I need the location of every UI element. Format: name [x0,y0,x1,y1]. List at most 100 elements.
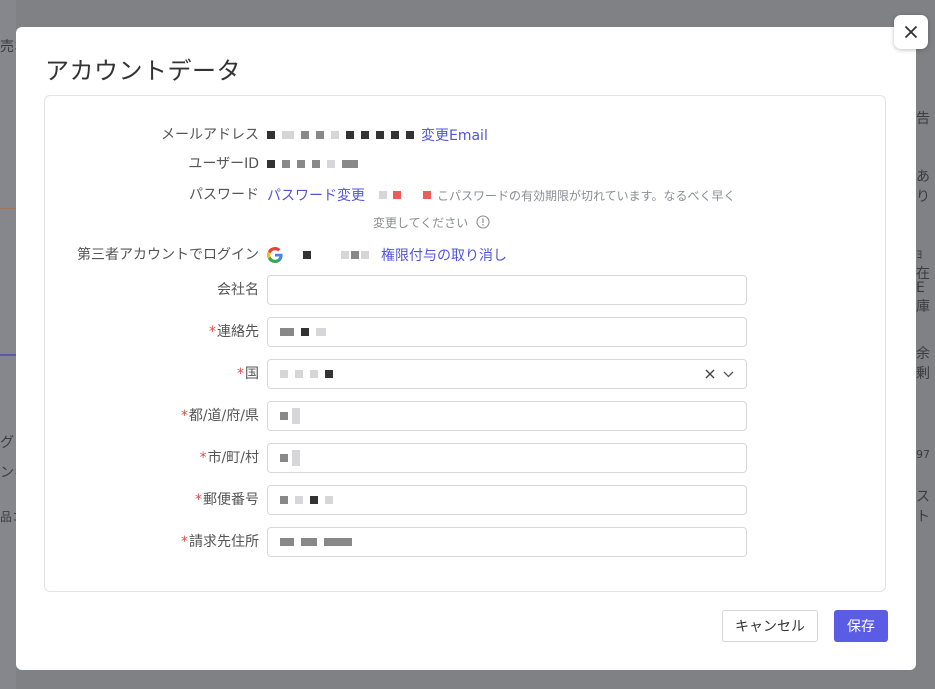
masked-text [267,160,275,168]
postal-code-label-text: 郵便番号 [203,492,259,508]
masked-text [301,328,309,336]
masked-text [361,131,369,139]
masked-text [361,251,369,259]
chevron-down-icon[interactable] [723,371,734,378]
password-hint-row: 変更してください [45,211,887,233]
masked-text [301,131,309,139]
masked-text [391,131,399,139]
third-party-login-value: 権限付与の取り消し [267,240,507,270]
company-label: 会社名 [217,282,259,298]
masked-text [324,538,352,546]
masked-text [331,131,339,139]
masked-text [316,131,324,139]
user-id-label: ユーザーID [188,156,259,172]
masked-text [376,131,384,139]
change-email-link[interactable]: 変更Email [421,125,488,145]
postal-code-input[interactable] [267,485,747,515]
google-icon [267,247,283,263]
close-icon [904,25,918,39]
masked-text [280,496,288,504]
masked-text [280,454,288,462]
masked-text [342,160,358,168]
contact-label: *連絡先 [209,317,259,347]
contact-input[interactable] [267,317,747,347]
billing-address-input[interactable] [267,527,747,557]
user-id-row: ユーザーID [45,149,887,179]
billing-address-label: *請求先住所 [181,527,259,557]
email-value: 変更Email [267,120,488,150]
masked-text [393,191,401,199]
password-label: パスワード [189,187,259,203]
required-mark: * [199,450,207,466]
masked-text [303,251,311,259]
masked-text [310,370,318,378]
masked-text [423,191,431,199]
masked-text [280,538,294,546]
account-data-dialog: アカウントデータ メールアドレス 変更Email ユーザーID パスワード パス… [16,27,916,670]
masked-text [406,131,414,139]
password-expired-hint: こパスワードの有効期限が切れています。なるべく早く [437,188,736,203]
password-hint-continuation: 変更してください [373,211,490,233]
masked-text [325,370,333,378]
third-party-login-row: 第三者アカウントでログイン 権限付与の取り消し [45,240,887,270]
country-select[interactable] [267,359,747,389]
dialog-title: アカウントデータ [45,57,241,85]
city-label-text: 市/町/村 [207,450,259,466]
company-input[interactable] [267,275,747,305]
city-label: *市/町/村 [200,443,259,473]
password-row: パスワード パスワード変更 こパスワードの有効期限が切れています。なるべく早く [45,180,887,210]
clear-icon[interactable] [705,369,715,379]
masked-text [295,496,303,504]
masked-text [282,160,290,168]
third-party-login-label: 第三者アカウントでログイン [77,247,259,263]
required-mark: * [237,366,244,382]
prefecture-row: *都/道/府/県 [45,401,887,431]
masked-text [280,412,288,420]
email-row: メールアドレス 変更Email [45,120,887,150]
masked-text [267,131,275,139]
contact-label-text: 連絡先 [217,324,259,340]
masked-text [312,160,320,168]
required-mark: * [195,492,202,508]
account-form-card: メールアドレス 変更Email ユーザーID パスワード パスワード変更 こパス… [44,95,886,592]
masked-text [327,160,335,168]
billing-address-row: *請求先住所 [45,527,887,557]
billing-address-label-text: 請求先住所 [189,534,259,550]
change-password-link[interactable]: パスワード変更 [267,185,365,205]
revoke-authorization-link[interactable]: 権限付与の取り消し [381,245,507,265]
masked-text [297,160,305,168]
masked-text [282,131,294,139]
masked-text [379,191,387,199]
postal-code-row: *郵便番号 [45,485,887,515]
password-value: パスワード変更 こパスワードの有効期限が切れています。なるべく早く [267,180,735,210]
prefecture-input[interactable] [267,401,747,431]
prefecture-label: *都/道/府/県 [181,401,259,431]
masked-text [280,370,288,378]
country-label: *国 [237,359,259,389]
country-label-text: 国 [245,366,259,382]
prefecture-label-text: 都/道/府/県 [188,408,259,424]
masked-text [341,251,349,259]
masked-text [325,496,333,504]
company-row: 会社名 [45,275,887,305]
cancel-button[interactable]: キャンセル [722,610,818,642]
required-mark: * [180,408,188,424]
password-expired-hint-continued: 変更してください [373,215,469,230]
masked-text [280,328,294,336]
close-button[interactable] [894,15,928,49]
masked-text [351,251,359,259]
city-row: *市/町/村 [45,443,887,473]
masked-text [346,131,354,139]
select-controls [705,360,734,388]
masked-text [310,496,318,504]
save-button[interactable]: 保存 [834,610,888,642]
email-label: メールアドレス [161,127,259,143]
masked-text [292,450,300,466]
required-mark: * [181,534,188,550]
city-input[interactable] [267,443,747,473]
country-row: *国 [45,359,887,389]
postal-code-label: *郵便番号 [195,485,259,515]
user-id-value [267,149,365,179]
masked-text [295,370,303,378]
contact-row: *連絡先 [45,317,887,347]
